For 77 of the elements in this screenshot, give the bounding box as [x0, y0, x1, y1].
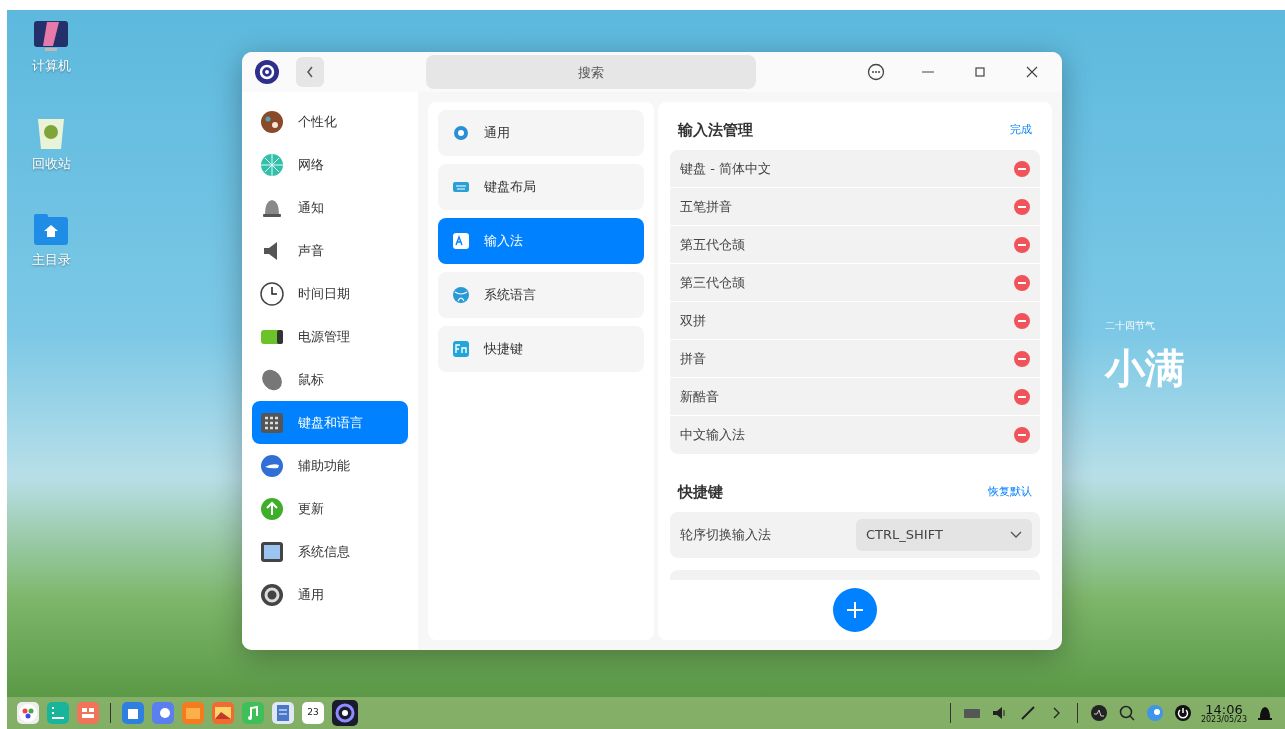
- remove-button[interactable]: [1014, 312, 1030, 329]
- settings-icon[interactable]: [332, 700, 358, 726]
- music-note-icon[interactable]: [242, 702, 264, 724]
- minimize-icon: [922, 71, 934, 73]
- minus-icon: [1018, 357, 1026, 360]
- function-key-icon: [452, 340, 470, 358]
- taskbar-clock[interactable]: 14:06 2023/05/23: [1200, 702, 1247, 724]
- shortcut-dropdown[interactable]: CTRL_SHIFT: [856, 519, 1032, 551]
- minus-icon: [1018, 395, 1026, 398]
- section-action-link[interactable]: 恢复默认: [988, 483, 1032, 501]
- sidebar-item[interactable]: 时间日期: [252, 272, 408, 315]
- remove-button[interactable]: [1014, 160, 1030, 177]
- sidebar-item[interactable]: 辅助功能: [252, 444, 408, 487]
- grid-icon[interactable]: [77, 702, 99, 724]
- info-screen-icon: [260, 539, 284, 564]
- section-action-link[interactable]: 完成: [1010, 121, 1032, 139]
- input-method-name: 第五代仓颉: [680, 235, 745, 254]
- arrow-up-icon: [260, 496, 284, 521]
- input-method-icon: [452, 232, 470, 250]
- input-method-name: 新酷音: [680, 387, 719, 406]
- monitor-icon[interactable]: [33, 20, 69, 52]
- input-method-name: 五笔拼音: [680, 197, 732, 216]
- wallpaper-title: 小满: [1105, 343, 1185, 393]
- calendar-app[interactable]: 23: [302, 702, 324, 724]
- sidebar-item[interactable]: 通用: [252, 573, 408, 616]
- remove-button[interactable]: [1014, 274, 1030, 291]
- input-method-name: 双拼: [680, 311, 706, 330]
- sidebar-item[interactable]: 系统信息: [252, 530, 408, 573]
- remove-button[interactable]: [1014, 198, 1030, 215]
- monitor-gauge-icon[interactable]: [1088, 703, 1109, 723]
- sidebar-item[interactable]: 电源管理: [252, 315, 408, 358]
- plus-icon: [845, 600, 865, 620]
- shortcut-label: 轮序切换输入法: [680, 526, 771, 545]
- input-method-name: 拼音: [680, 349, 706, 368]
- category-item[interactable]: 快捷键: [438, 326, 644, 372]
- section-title: 快捷键: [678, 481, 723, 503]
- sidebar-item[interactable]: 鼠标: [252, 358, 408, 401]
- remove-button[interactable]: [1014, 350, 1030, 367]
- sidebar-item[interactable]: 个性化: [252, 100, 408, 143]
- sidebar-item[interactable]: 更新: [252, 487, 408, 530]
- section-title: 输入法管理: [678, 119, 753, 141]
- minus-icon: [1018, 205, 1026, 208]
- palette-icon: [260, 109, 284, 134]
- sidebar-item[interactable]: 通知: [252, 186, 408, 229]
- minus-icon: [1018, 167, 1026, 170]
- chevron-down-icon: [1010, 531, 1022, 539]
- category-item[interactable]: 键盘布局: [438, 164, 644, 210]
- remove-button[interactable]: [1014, 236, 1030, 253]
- minus-icon: [1018, 319, 1026, 322]
- minus-icon: [1018, 281, 1026, 284]
- launcher-icon[interactable]: [17, 702, 39, 724]
- category-item[interactable]: 通用: [438, 110, 644, 156]
- input-method-name: 键盘 - 简体中文: [680, 159, 771, 178]
- remove-button[interactable]: [1014, 388, 1030, 405]
- add-button[interactable]: [833, 588, 877, 632]
- wallpaper-caption: 二十四节气: [1105, 319, 1155, 333]
- minus-icon: [1018, 243, 1026, 246]
- chevron-left-icon: [306, 66, 314, 78]
- input-method-name: 第三代仓颉: [680, 273, 745, 292]
- clock-icon: [260, 281, 284, 306]
- search-field[interactable]: 搜索: [426, 55, 756, 89]
- back-button[interactable]: [296, 57, 324, 87]
- sidebar-item[interactable]: 键盘和语言: [252, 401, 408, 444]
- document-icon[interactable]: [272, 702, 294, 724]
- minus-icon: [1018, 434, 1026, 436]
- power-icon[interactable]: [1172, 703, 1193, 723]
- category-item[interactable]: 输入法: [438, 218, 644, 264]
- remove-button[interactable]: [1014, 427, 1030, 443]
- home-folder-icon[interactable]: [33, 213, 69, 246]
- ring-icon: [260, 582, 284, 607]
- input-method-name: 中文输入法: [680, 426, 745, 445]
- sidebar-item[interactable]: 声音: [252, 229, 408, 272]
- more-icon: [867, 63, 885, 81]
- sidebar-item[interactable]: 网络: [252, 143, 408, 186]
- category-item[interactable]: 系统语言: [438, 272, 644, 318]
- image-icon[interactable]: [212, 702, 234, 724]
- list-window-icon[interactable]: [47, 702, 69, 724]
